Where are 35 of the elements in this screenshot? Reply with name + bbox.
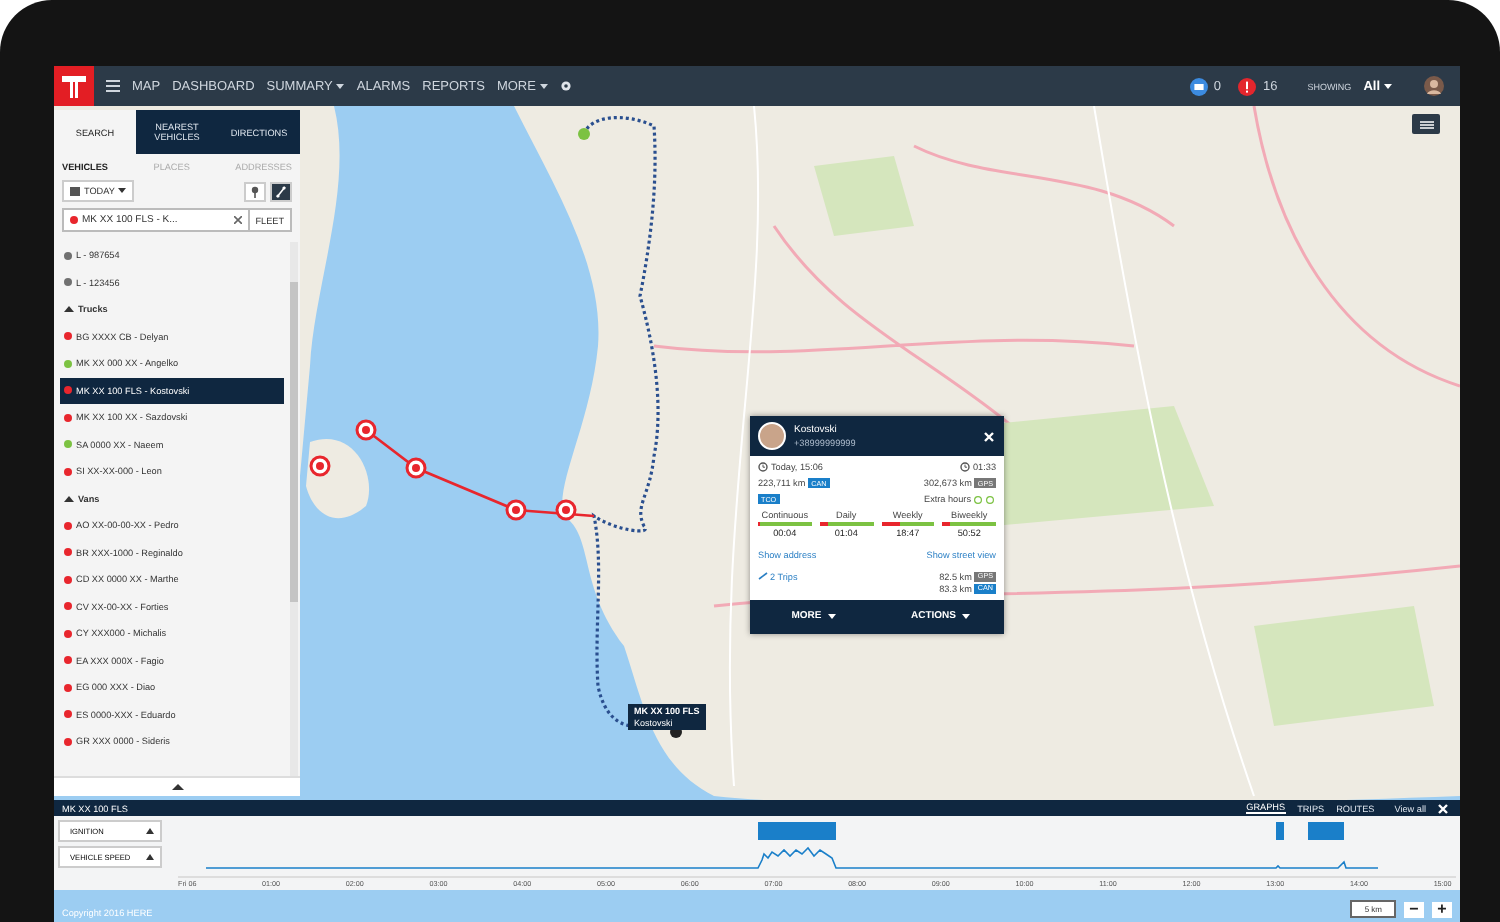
trips-icon [758,572,768,581]
status-dot [70,216,78,224]
logo-icon[interactable] [60,72,88,100]
close-icon [984,431,994,441]
layers-icon [1419,119,1433,129]
stop-marker[interactable] [355,419,377,441]
clock-icon [758,462,768,472]
stop-marker[interactable] [405,457,427,479]
caret-icon [962,613,970,620]
pin-button[interactable] [244,181,266,201]
clear-icon [233,216,242,224]
route-button[interactable] [270,181,292,201]
caret-icon [1384,83,1392,89]
caret-icon [146,854,154,860]
caret-icon [171,784,183,790]
route-icon [276,185,286,197]
stop-marker[interactable] [555,499,577,521]
calendar-icon [70,186,80,196]
clock-icon [960,462,970,472]
pin-icon [250,185,260,197]
caret-icon [146,828,154,834]
alert-icon [1238,77,1257,95]
menu-icon [106,80,120,92]
start-marker[interactable] [578,128,590,140]
scrollbar[interactable] [290,242,298,776]
stop-marker[interactable] [505,499,527,521]
caret-icon [118,188,127,194]
caret-icon [827,613,836,620]
message-icon [1189,77,1208,95]
avatar-placeholder [758,422,786,450]
stop-marker[interactable] [309,455,331,477]
status-icons [974,495,996,503]
gear-icon [559,80,572,92]
layers-button[interactable] [1412,114,1440,134]
avatar-icon [1424,76,1444,96]
